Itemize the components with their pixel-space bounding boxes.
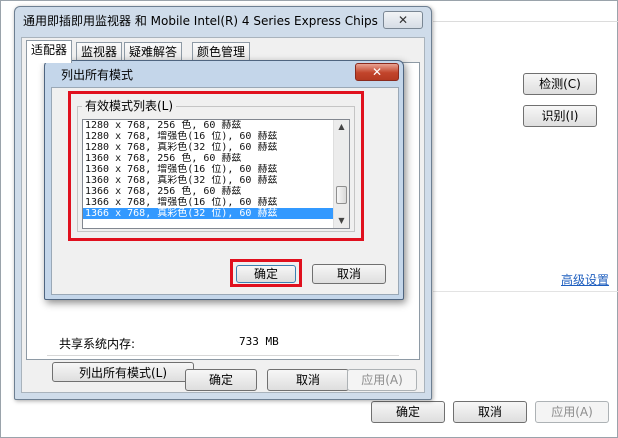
dialog-ok-button[interactable]: 确定 (185, 369, 257, 391)
mode-list-item[interactable]: 1360 x 768, 256 色, 60 赫兹 (83, 153, 333, 164)
mode-list-scrollbar[interactable]: ▲ ▼ (333, 120, 349, 228)
mode-list[interactable]: 1280 x 768, 256 色, 60 赫兹 1280 x 768, 增强色(… (82, 119, 350, 229)
identify-button[interactable]: 识别(I) (523, 105, 597, 127)
window-cancel-button[interactable]: 取消 (453, 401, 527, 423)
window-apply-button[interactable]: 应用(A) (535, 401, 609, 423)
mode-list-highlight: 有效模式列表(L) 1280 x 768, 256 色, 60 赫兹 1280 x… (68, 91, 364, 241)
window-ok-button[interactable]: 确定 (371, 401, 445, 423)
mode-list-item[interactable]: 1360 x 768, 增强色(16 位), 60 赫兹 (83, 164, 333, 175)
list-all-modes-modal: 列出所有模式 ✕ 有效模式列表(L) 1280 x 768, 256 色, 60… (44, 60, 404, 300)
detect-button[interactable]: 检测(C) (523, 73, 597, 95)
advanced-settings-link[interactable]: 高级设置 (561, 271, 609, 288)
tab-adapter[interactable]: 适配器 (26, 40, 73, 63)
dialog-close-button[interactable]: ✕ (383, 11, 423, 29)
modal-close-button[interactable]: ✕ (355, 63, 399, 81)
tab-monitor[interactable]: 监视器 (76, 42, 123, 62)
modal-title: 列出所有模式 (61, 68, 134, 82)
modal-cancel-button[interactable]: 取消 (312, 264, 386, 284)
ok-button-highlight: 确定 (230, 259, 302, 287)
mode-list-item[interactable]: 1366 x 768, 增强色(16 位), 60 赫兹 (83, 197, 333, 208)
mode-list-item[interactable]: 1280 x 768, 真彩色(32 位), 60 赫兹 (83, 142, 333, 153)
close-icon: ✕ (397, 13, 409, 27)
valid-modes-label: 有效模式列表(L) (82, 97, 177, 115)
scroll-thumb[interactable] (336, 186, 347, 204)
shared-memory-label: 共享系统内存: (59, 337, 136, 351)
scroll-down-icon[interactable]: ▼ (334, 214, 349, 228)
tab-color-management[interactable]: 颜色管理 (192, 42, 251, 62)
mode-list-item[interactable]: 1366 x 768, 真彩色(32 位), 60 赫兹 (83, 208, 333, 219)
close-icon: ✕ (371, 65, 383, 79)
window-divider (433, 291, 618, 292)
mode-list-item[interactable]: 1360 x 768, 真彩色(32 位), 60 赫兹 (83, 175, 333, 186)
list-all-modes-button[interactable]: 列出所有模式(L) (52, 362, 194, 382)
dialog-title: 通用即插即用监视器 和 Mobile Intel(R) 4 Series Exp… (23, 14, 378, 28)
dialog-cancel-button[interactable]: 取消 (267, 369, 349, 391)
scroll-up-icon[interactable]: ▲ (334, 120, 349, 134)
mode-list-item[interactable]: 1280 x 768, 增强色(16 位), 60 赫兹 (83, 131, 333, 142)
tab-troubleshoot[interactable]: 疑难解答 (124, 42, 183, 62)
mode-list-item[interactable]: 1280 x 768, 256 色, 60 赫兹 (83, 120, 333, 131)
window-divider (433, 21, 618, 22)
shared-memory-value: 733 MB (239, 335, 279, 348)
modal-ok-button[interactable]: 确定 (236, 265, 296, 283)
mode-list-item[interactable]: 1366 x 768, 256 色, 60 赫兹 (83, 186, 333, 197)
dialog-apply-button[interactable]: 应用(A) (347, 369, 417, 391)
valid-modes-group: 有效模式列表(L) 1280 x 768, 256 色, 60 赫兹 1280 x… (77, 97, 355, 232)
panel-divider (47, 355, 399, 356)
